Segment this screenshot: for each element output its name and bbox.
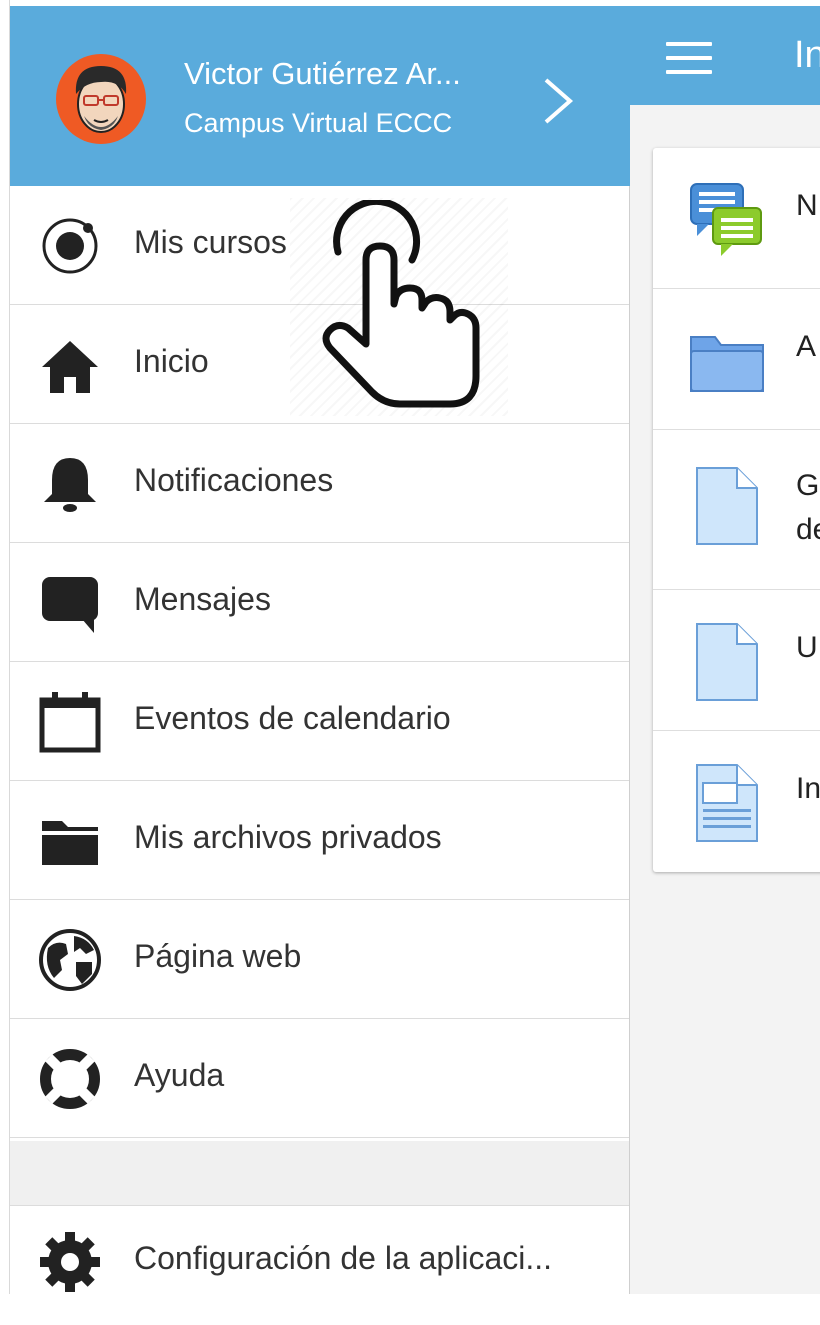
- menu-item-label: Configuración de la aplicaci...: [134, 1240, 553, 1276]
- menu-item-configuracion[interactable]: Configuración de la aplicaci...: [10, 1206, 629, 1325]
- menu-item-label: Inicio: [134, 343, 209, 379]
- menu-item-pagina-web[interactable]: Página web: [10, 900, 629, 1019]
- course-content-card: N A G de U In: [653, 148, 820, 872]
- menu-item-label: Mis archivos privados: [134, 819, 442, 855]
- courses-icon: [42, 218, 98, 274]
- lifebuoy-icon: [40, 1049, 100, 1109]
- app-bar-title: In: [794, 34, 820, 76]
- user-name: Victor Gutiérrez Ar...: [184, 56, 461, 91]
- menu-item-mensajes[interactable]: Mensajes: [10, 543, 629, 662]
- menu-item-eventos-calendario[interactable]: Eventos de calendario: [10, 662, 629, 781]
- calendar-icon: [39, 692, 101, 753]
- globe-icon: [39, 929, 101, 991]
- menu-item-label: Ayuda: [134, 1057, 225, 1093]
- drawer-header[interactable]: Victor Gutiérrez Ar... Campus Virtual EC…: [10, 6, 630, 186]
- list-item[interactable]: G de: [653, 430, 820, 590]
- list-item[interactable]: U: [653, 590, 820, 731]
- list-item-title: N: [796, 189, 818, 222]
- list-item-title: In: [796, 772, 820, 805]
- site-name: Campus Virtual ECCC: [184, 108, 453, 138]
- forum-icon: [690, 183, 762, 256]
- menu-item-archivos-privados[interactable]: Mis archivos privados: [10, 781, 629, 900]
- avatar: [56, 54, 146, 144]
- folder-icon: [42, 821, 98, 865]
- home-icon: [42, 341, 98, 393]
- list-item[interactable]: A: [653, 289, 820, 430]
- menu-item-label: Notificaciones: [134, 462, 334, 498]
- document-icon: [696, 467, 758, 545]
- screen-edge: [0, 0, 10, 1294]
- menu-spacer: [10, 1141, 629, 1206]
- list-item-title-line2: de: [796, 513, 820, 546]
- menu-icon[interactable]: [666, 42, 712, 74]
- document-icon: [696, 623, 758, 701]
- list-item-title: U: [796, 631, 818, 664]
- folder-icon: [690, 336, 764, 392]
- list-item-title: A: [796, 330, 817, 363]
- list-item[interactable]: In: [653, 731, 820, 872]
- list-item-title: G: [796, 469, 820, 502]
- app-bar: In: [630, 6, 820, 105]
- tap-hand-icon: [322, 200, 480, 408]
- menu-item-notificaciones[interactable]: Notificaciones: [10, 424, 629, 543]
- message-icon: [42, 577, 98, 633]
- menu-item-ayuda[interactable]: Ayuda: [10, 1019, 629, 1138]
- chevron-right-icon[interactable]: [540, 76, 576, 126]
- menu-item-label: Mis cursos: [134, 224, 287, 260]
- list-item[interactable]: N: [653, 148, 820, 289]
- gear-icon: [40, 1232, 100, 1292]
- user-face-icon: [75, 66, 127, 133]
- bell-icon: [44, 458, 96, 512]
- menu-item-label: Página web: [134, 938, 302, 974]
- menu-item-label: Mensajes: [134, 581, 271, 617]
- menu-item-label: Eventos de calendario: [134, 700, 451, 736]
- page-icon: [696, 764, 758, 842]
